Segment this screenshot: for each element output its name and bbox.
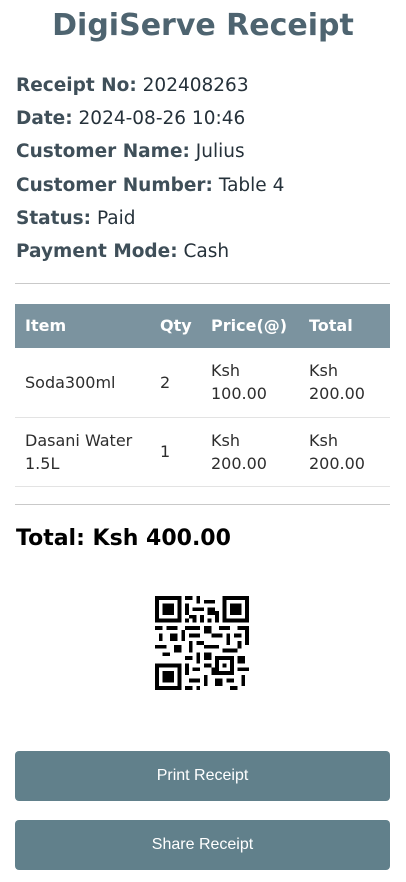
cell-item: Soda300ml bbox=[15, 348, 150, 418]
table-header-row: Item Qty Price(@) Total bbox=[15, 304, 390, 348]
receipt-info: Receipt No: 202408263 Date: 2024-08-26 1… bbox=[16, 72, 284, 271]
customer-number-value: Table 4 bbox=[218, 174, 285, 196]
header-total: Total bbox=[309, 316, 353, 335]
customer-number-label: Customer Number: bbox=[16, 174, 213, 196]
customer-name-row: Customer Name: Julius bbox=[16, 138, 284, 171]
share-receipt-button[interactable]: Share Receipt bbox=[15, 820, 390, 870]
cell-total: Ksh 200.00 bbox=[299, 348, 390, 418]
status-label: Status: bbox=[16, 207, 92, 229]
cell-item: Dasani Water 1.5L bbox=[15, 417, 150, 487]
grand-total: Total: Ksh 400.00 bbox=[16, 526, 231, 551]
payment-mode-row: Payment Mode: Cash bbox=[16, 238, 284, 271]
cell-qty: 1 bbox=[150, 417, 201, 487]
receipt-number-row: Receipt No: 202408263 bbox=[16, 72, 284, 105]
qr-code-icon bbox=[155, 596, 249, 690]
status-value: Paid bbox=[96, 207, 136, 229]
cell-qty: 2 bbox=[150, 348, 201, 418]
payment-mode-label: Payment Mode: bbox=[16, 240, 178, 262]
date-label: Date: bbox=[16, 108, 73, 130]
payment-mode-value: Cash bbox=[183, 240, 230, 262]
receipt-number-value: 202408263 bbox=[142, 75, 249, 96]
table-row: Dasani Water 1.5L 1 Ksh 200.00 Ksh 200.0… bbox=[15, 417, 390, 487]
receipt-number-label: Receipt No: bbox=[16, 75, 137, 96]
cell-total: Ksh 200.00 bbox=[299, 417, 390, 487]
customer-number-row: Customer Number: Table 4 bbox=[16, 172, 284, 205]
customer-name-value: Julius bbox=[195, 141, 245, 163]
customer-name-label: Customer Name: bbox=[16, 141, 190, 163]
print-receipt-button[interactable]: Print Receipt bbox=[15, 751, 390, 801]
table-row: Soda300ml 2 Ksh 100.00 Ksh 200.00 bbox=[15, 348, 390, 418]
status-row: Status: Paid bbox=[16, 205, 284, 238]
header-item: Item bbox=[25, 316, 67, 335]
divider-top bbox=[15, 283, 390, 284]
page-title: DigiServe Receipt bbox=[52, 8, 354, 43]
date-row: Date: 2024-08-26 10:46 bbox=[16, 105, 284, 138]
items-table: Item Qty Price(@) Total Soda300ml 2 Ksh … bbox=[15, 304, 390, 487]
divider-bottom bbox=[15, 504, 390, 505]
cell-price: Ksh 100.00 bbox=[201, 348, 299, 418]
header-qty: Qty bbox=[160, 316, 192, 335]
receipt-page: DigiServe Receipt Receipt No: 202408263 … bbox=[0, 0, 406, 882]
cell-price: Ksh 200.00 bbox=[201, 417, 299, 487]
header-price: Price(@) bbox=[211, 316, 288, 335]
date-value: 2024-08-26 10:46 bbox=[78, 108, 246, 130]
